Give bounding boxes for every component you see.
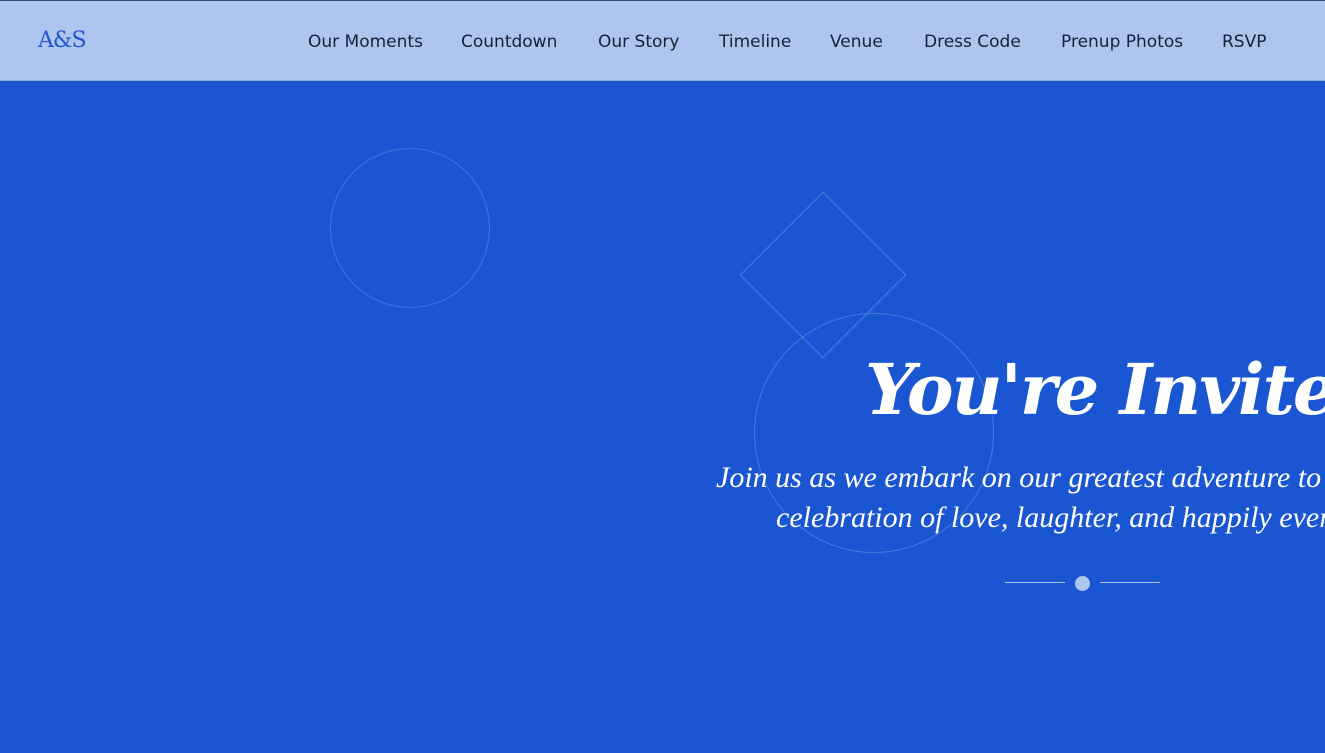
- brand-logo[interactable]: A&S: [38, 25, 87, 57]
- ornamental-divider: [1005, 575, 1160, 591]
- top-navbar: A&S Our Moments Countdown Our Story Time…: [0, 0, 1325, 81]
- nav-link-dress-code[interactable]: Dress Code: [924, 30, 1021, 54]
- decorative-circle-outline: [330, 148, 490, 308]
- nav-link-our-moments[interactable]: Our Moments: [308, 30, 423, 54]
- hero-subtitle-line-1: Join us as we embark on our greatest adv…: [716, 461, 1322, 494]
- nav-link-rsvp[interactable]: RSVP: [1222, 30, 1266, 54]
- nav-link-our-story[interactable]: Our Story: [598, 30, 679, 54]
- divider-dot-icon: [1075, 576, 1090, 591]
- nav-link-timeline[interactable]: Timeline: [719, 30, 791, 54]
- hero-title: You're Invited!: [865, 348, 1325, 431]
- page: A&S Our Moments Countdown Our Story Time…: [0, 0, 1325, 753]
- divider-line-left: [1005, 582, 1065, 583]
- hero-subtitle-line-2: celebration of love, laughter, and happi…: [776, 501, 1325, 534]
- divider-line-right: [1100, 582, 1160, 583]
- nav-link-prenup-photos[interactable]: Prenup Photos: [1061, 30, 1183, 54]
- nav-link-countdown[interactable]: Countdown: [461, 30, 557, 54]
- nav-link-venue[interactable]: Venue: [830, 30, 883, 54]
